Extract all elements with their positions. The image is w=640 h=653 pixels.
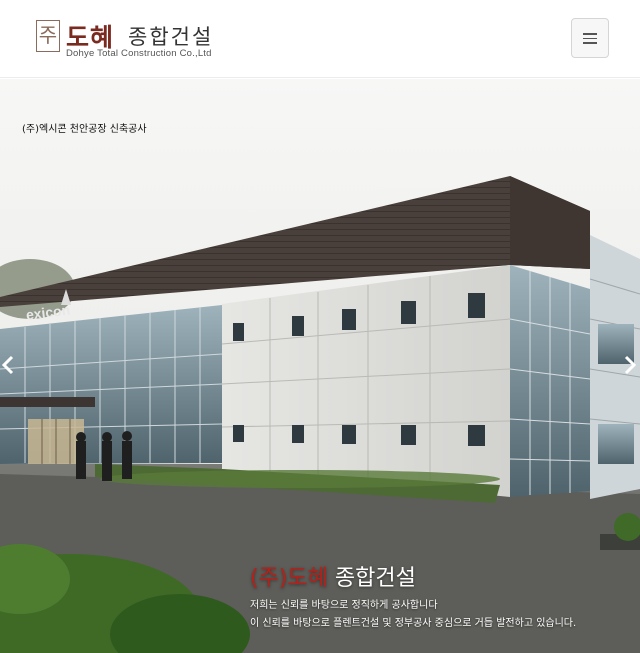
chevron-right-icon <box>624 355 636 375</box>
hero-slider: exicon (주)엑시콘 천안공장 신축공사 (주)도혜 종합건설 저희는 신… <box>0 79 640 653</box>
hero-caption: (주)도혜 종합건설 저희는 신뢰를 바탕으로 정직하게 공사합니다 이 신뢰를… <box>250 560 630 632</box>
logo-english-name: Dohye Total Construction Co.,Ltd <box>66 48 212 59</box>
chevron-left-icon <box>2 355 14 375</box>
caption-brand: (주)도혜 <box>250 566 328 591</box>
company-logo[interactable]: 주 도혜 종합건설 Dohye Total Construction Co.,L… <box>36 18 236 62</box>
menu-toggle-button[interactable] <box>571 18 609 58</box>
caption-line-2: 이 신뢰를 바탕으로 플렌트건설 및 정부공사 중심으로 거듭 발전하고 있습니… <box>250 618 577 629</box>
caption-company-type: 종합건설 <box>327 566 416 591</box>
caption-title: (주)도혜 종합건설 <box>250 560 630 592</box>
logo-seal: 주 <box>36 20 60 52</box>
hamburger-icon <box>583 33 597 44</box>
caption-line-1: 저희는 신뢰를 바탕으로 정직하게 공사합니다 <box>250 600 438 611</box>
slider-next-button[interactable] <box>624 355 640 379</box>
slide-title: (주)엑시콘 천안공장 신축공사 <box>22 124 147 135</box>
slider-prev-button[interactable] <box>2 355 18 379</box>
site-header: 주 도혜 종합건설 Dohye Total Construction Co.,L… <box>0 0 640 78</box>
logo-company-type: 종합건설 <box>128 25 214 49</box>
building-sign-emblem <box>61 289 71 305</box>
